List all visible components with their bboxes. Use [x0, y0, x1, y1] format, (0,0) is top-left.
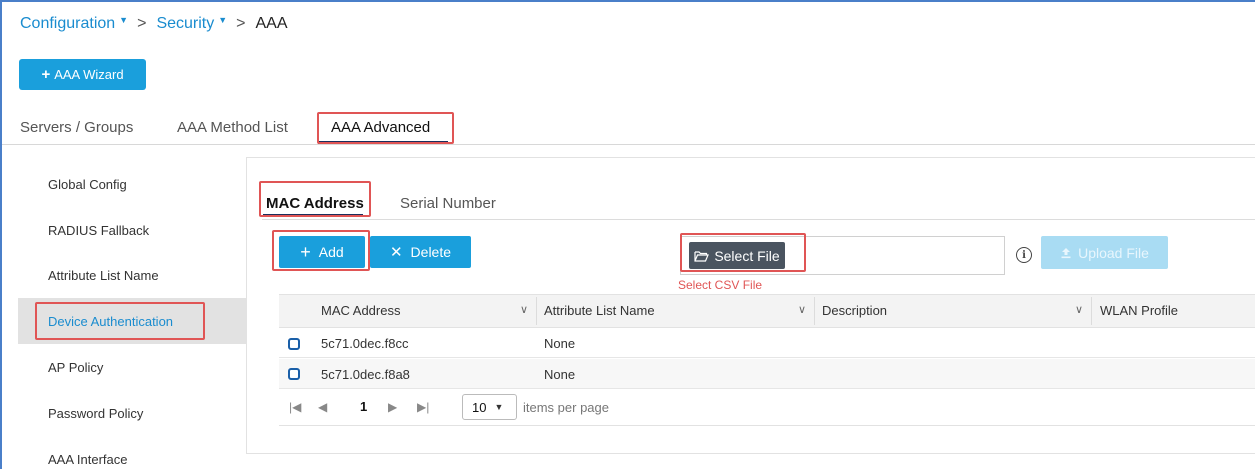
info-icon[interactable]: i [1016, 247, 1032, 263]
column-header-wlan-profile[interactable]: WLAN Profile [1100, 303, 1178, 318]
last-page-icon[interactable]: ▶| [417, 400, 429, 414]
highlight-box [272, 230, 370, 271]
delete-button[interactable]: ✕ Delete [370, 236, 471, 268]
table-row[interactable] [279, 359, 1255, 389]
chevron-down-icon[interactable]: ∨ [798, 303, 806, 316]
delete-label: Delete [410, 244, 452, 260]
select-file-hint: Select CSV File [678, 278, 763, 292]
highlight-box [259, 181, 371, 217]
upload-icon [1061, 247, 1071, 258]
column-divider [814, 297, 815, 325]
cell-attribute-list-name: None [544, 367, 576, 382]
subtab-serial-number[interactable]: Serial Number [400, 195, 496, 212]
column-header-mac-address[interactable]: MAC Address [321, 303, 400, 318]
chevron-down-icon[interactable]: ∨ [520, 303, 528, 316]
breadcrumb-configuration[interactable]: Configuration [20, 15, 115, 33]
upload-file-label: Upload File [1078, 244, 1149, 261]
breadcrumb-current: AAA [255, 15, 288, 32]
breadcrumb: Configuration ▼ > Security ▼ > AAA [20, 15, 288, 33]
cell-mac-address: 5c71.0dec.f8cc [321, 336, 409, 351]
column-header-description[interactable]: Description [822, 303, 887, 318]
sidebar-item-password-policy[interactable]: Password Policy [48, 406, 143, 421]
next-page-icon[interactable]: ▶ [388, 400, 397, 414]
breadcrumb-separator: > [137, 15, 147, 32]
chevron-down-icon[interactable]: ∨ [1075, 303, 1083, 316]
caret-down-icon: ▼ [494, 402, 504, 412]
sidebar-item-radius-fallback[interactable]: RADIUS Fallback [48, 223, 149, 238]
table-row[interactable] [279, 328, 1255, 358]
column-header-attribute-list-name[interactable]: Attribute List Name [544, 303, 655, 318]
page-size-value: 10 [472, 399, 487, 415]
highlight-box [317, 112, 454, 144]
tab-servers-groups[interactable]: Servers / Groups [20, 119, 133, 136]
upload-file-button[interactable]: Upload File [1041, 236, 1168, 269]
close-icon: ✕ [389, 244, 403, 261]
highlight-box [680, 233, 806, 272]
cell-mac-address: 5c71.0dec.f8a8 [321, 367, 410, 382]
breadcrumb-separator: > [236, 15, 246, 32]
page-size-select[interactable]: 10 ▼ [462, 394, 517, 420]
aaa-wizard-button[interactable]: + AAA Wizard [19, 59, 146, 90]
caret-down-icon[interactable]: ▼ [218, 15, 227, 25]
previous-page-icon[interactable]: ◀ [318, 400, 327, 414]
tab-aaa-method-list[interactable]: AAA Method List [177, 119, 288, 136]
cell-attribute-list-name: None [544, 336, 576, 351]
row-checkbox[interactable] [288, 338, 300, 350]
breadcrumb-security[interactable]: Security [156, 15, 214, 33]
column-divider [536, 297, 537, 325]
sidebar-item-ap-policy[interactable]: AP Policy [48, 360, 103, 375]
first-page-icon[interactable]: |◀ [289, 400, 301, 414]
column-divider [1091, 297, 1092, 325]
tabs-divider [0, 144, 1255, 145]
aaa-wizard-label: AAA Wizard [54, 67, 124, 82]
sidebar-item-global-config[interactable]: Global Config [48, 177, 127, 192]
items-per-page-label: items per page [523, 400, 609, 415]
highlight-box [35, 302, 205, 340]
caret-down-icon[interactable]: ▼ [119, 15, 128, 25]
subtabs-divider [262, 219, 1255, 220]
current-page[interactable]: 1 [360, 399, 367, 414]
sidebar-item-aaa-interface[interactable]: AAA Interface [48, 452, 128, 467]
row-checkbox[interactable] [288, 368, 300, 380]
sidebar-item-attribute-list-name[interactable]: Attribute List Name [48, 268, 159, 283]
plus-icon: + [41, 66, 51, 83]
